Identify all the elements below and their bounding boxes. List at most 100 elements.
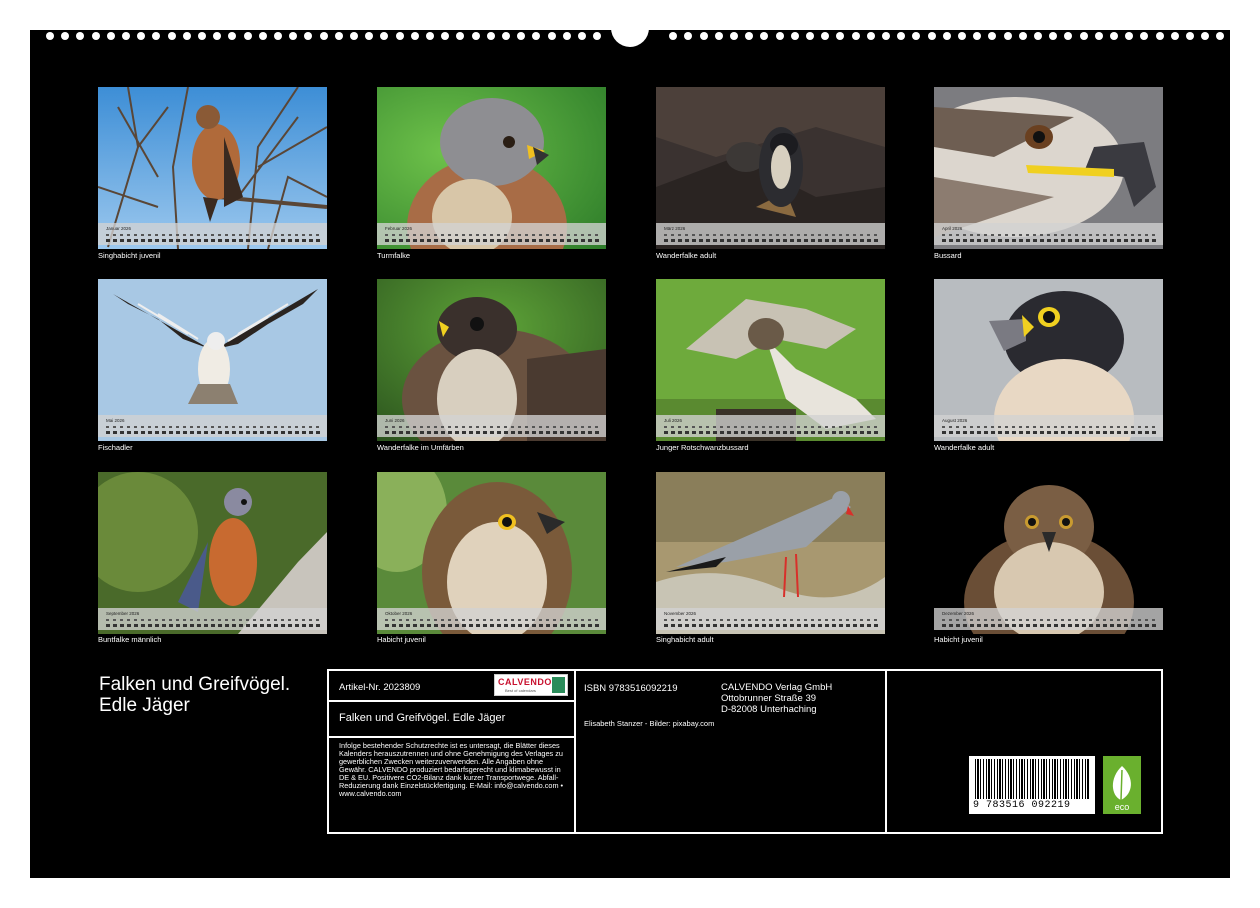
- binding-hole: [988, 32, 997, 40]
- binding-hole: [76, 32, 85, 40]
- binding-hole: [517, 32, 526, 40]
- binding-hole: [1049, 32, 1058, 40]
- tile-caption: Habicht juvenil: [934, 635, 983, 644]
- binding-hole: [304, 32, 313, 40]
- binding-hole: [380, 32, 389, 40]
- binding-hole: [1018, 32, 1027, 40]
- binding-hole: [46, 32, 54, 40]
- binding-hole: [760, 32, 769, 40]
- binding-hole: [927, 32, 936, 40]
- month-label: März 2026: [664, 226, 686, 231]
- month-label: Januar 2026: [106, 226, 132, 231]
- binding-hole: [198, 32, 206, 40]
- month-label: Juni 2026: [385, 418, 405, 423]
- binding-hole: [714, 32, 723, 40]
- binding-hole: [182, 32, 191, 40]
- binding-hole: [122, 32, 130, 40]
- binding-hole: [806, 32, 814, 40]
- month-tile-october: Oktober 2026: [377, 472, 606, 634]
- binding-hole: [61, 32, 70, 40]
- binding-hole: [851, 32, 860, 40]
- binding-hole: [547, 32, 556, 40]
- month-tile-may: Mai 2026: [98, 279, 327, 441]
- isbn: ISBN 9783516092219: [584, 683, 678, 694]
- binding-hole: [684, 32, 693, 40]
- tile-caption: Habicht juvenil: [377, 635, 426, 644]
- binding-hole: [289, 32, 298, 40]
- publisher-street: Ottobrunner Straße 39: [721, 693, 817, 704]
- binding-hole: [1216, 32, 1225, 40]
- month-tile-july: Juli 2026: [656, 279, 885, 441]
- binding-hole: [1155, 32, 1164, 40]
- tile-caption: Turmfalke: [377, 251, 411, 260]
- tile-caption: Bussard: [934, 251, 962, 260]
- month-label: April 2026: [942, 226, 963, 231]
- binding-hole: [365, 32, 374, 40]
- binding-hole: [486, 32, 495, 40]
- binding-hole: [1079, 32, 1088, 40]
- month-label: Dezember 2026: [942, 611, 975, 616]
- binding-hole: [790, 32, 799, 40]
- tile-caption: Singhabicht adult: [656, 635, 714, 644]
- publisher-city: D-82008 Unterhaching: [721, 704, 817, 715]
- binding-hole: [258, 32, 267, 40]
- barcode-number: 9 783516 092219: [973, 800, 1071, 811]
- binding-hole: [152, 32, 161, 40]
- binding-hole: [441, 32, 450, 40]
- binding-hole: [882, 32, 890, 40]
- tile-caption: Fischadler: [98, 443, 133, 452]
- binding-hole: [699, 32, 708, 40]
- month-tile-september: September 2026: [98, 472, 327, 634]
- month-tile-january: Januar 2026: [98, 87, 327, 249]
- binding-hole: [669, 32, 678, 40]
- month-label: Mai 2026: [106, 418, 125, 423]
- calendar-title: Falken und Greifvögel. Edle Jäger: [99, 674, 291, 716]
- binding-hole: [106, 32, 115, 40]
- month-tile-march: März 2026: [656, 87, 885, 249]
- binding-hole: [1186, 32, 1194, 40]
- binding-hole: [1125, 32, 1134, 40]
- binding-hole: [1170, 32, 1179, 40]
- binding-hole: [532, 32, 541, 40]
- binding-hole: [334, 32, 343, 40]
- month-label: November 2026: [664, 611, 697, 616]
- binding-hole: [562, 32, 571, 40]
- binding-hole: [1034, 32, 1042, 40]
- month-label: Juli 2026: [664, 418, 683, 423]
- binding-hole: [1094, 32, 1103, 40]
- article-number: Artikel-Nr. 2023809: [339, 682, 421, 693]
- binding-hole: [1140, 32, 1149, 40]
- month-tile-december: Dezember 2026: [934, 472, 1163, 634]
- binding-hole: [958, 32, 966, 40]
- binding-hole: [502, 32, 510, 40]
- binding-hole: [942, 32, 951, 40]
- product-info-box: Artikel-Nr. 2023809 CALVENDO Best of cal…: [327, 669, 1163, 834]
- product-title: Falken und Greifvögel. Edle Jäger: [339, 712, 506, 724]
- tile-caption: Junger Rotschwanzbussard: [656, 443, 749, 452]
- tile-caption: Buntfalke männlich: [98, 635, 162, 644]
- binding-hole: [866, 32, 875, 40]
- month-tile-february: Februar 2026: [377, 87, 606, 249]
- binding-hole: [243, 32, 252, 40]
- binding-hole: [91, 32, 100, 40]
- binding-hole: [745, 32, 754, 40]
- month-label: August 2026: [942, 418, 968, 423]
- binding-hole: [730, 32, 738, 40]
- binding-hole: [593, 32, 602, 40]
- binding-hole: [578, 32, 586, 40]
- month-tile-november: November 2026: [656, 472, 885, 634]
- calvendo-logo: CALVENDO Best of calendars: [494, 674, 568, 696]
- binding-hole: [1003, 32, 1012, 40]
- binding-hole: [1110, 32, 1118, 40]
- binding-hole: [775, 32, 784, 40]
- svg-text:eco: eco: [1115, 802, 1130, 812]
- month-tile-june: Juni 2026: [377, 279, 606, 441]
- legal-notice: Infolge bestehender Schutzrechte ist es …: [339, 741, 564, 798]
- binding-hole: [274, 32, 282, 40]
- binding-hole: [471, 32, 480, 40]
- tile-caption: Wanderfalke adult: [656, 251, 717, 260]
- binding-hole: [350, 32, 358, 40]
- binding-hole: [213, 32, 222, 40]
- publisher-name: CALVENDO Verlag GmbH: [721, 682, 833, 693]
- binding-hole: [319, 32, 328, 40]
